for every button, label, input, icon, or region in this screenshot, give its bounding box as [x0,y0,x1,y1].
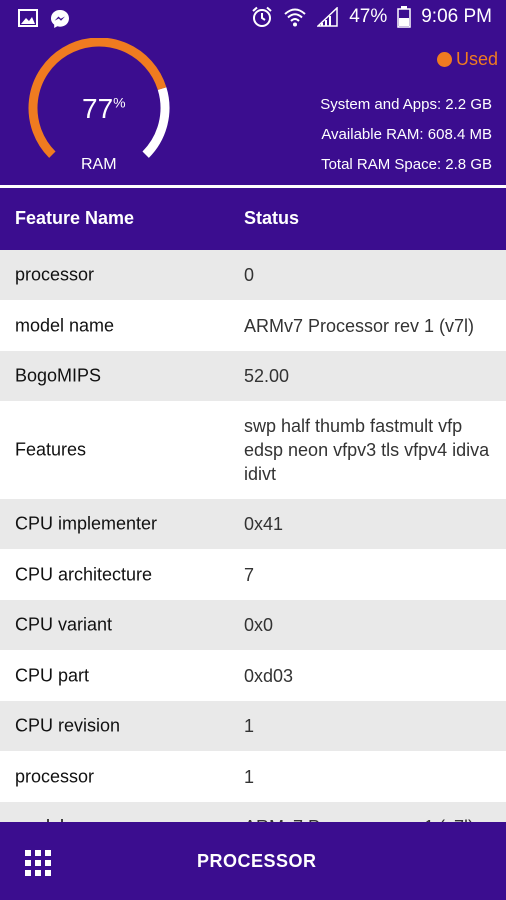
status-cell: ARMv7 Processor rev 1 (v7l) [244,315,475,336]
processor-table[interactable]: processor 0 model name ARMv7 Processor r… [0,250,506,852]
status-cell: 1 [244,766,255,787]
table-row: processor 0 [0,250,506,300]
messenger-icon [51,10,69,28]
ram-percent-sign: % [113,94,126,111]
ram-stats: System and Apps: 2.2 GB Available RAM: 6… [320,90,492,180]
stat-system-apps: System and Apps: 2.2 GB [320,90,492,120]
stat-value: 2.2 GB [445,96,492,113]
feature-cell: CPU revision [15,715,121,736]
table-row: processor 1 [0,751,506,802]
stat-available-ram: Available RAM: 608.4 MB [320,120,492,150]
stat-total-ram: Total RAM Space: 2.8 GB [320,150,492,180]
battery-percent: 47% [349,6,388,27]
table-header: Feature Name Status [0,188,506,250]
stat-label: Total RAM Space: [321,156,442,173]
battery-icon [397,6,411,28]
table-row: CPU part 0xd03 [0,650,506,701]
feature-cell: Features [15,439,87,460]
table-row: BogoMIPS 52.00 [0,351,506,401]
status-cell: 0x41 [244,514,284,534]
status-cell: 7 [244,564,255,585]
feature-cell: CPU implementer [15,513,158,534]
grid-menu-icon[interactable] [25,850,51,876]
feature-cell: CPU part [15,665,90,685]
gauge-free-arc [142,87,170,158]
stat-label: System and Apps: [320,96,442,113]
feature-cell: processor [15,264,95,285]
feature-cell: model name [15,315,115,335]
feature-cell: CPU variant [15,614,113,635]
used-legend: Used [436,49,498,70]
table-row: model name ARMv7 Processor rev 1 (v7l) [0,300,506,351]
header-feature-name: Feature Name [15,208,135,228]
alarm-icon [252,6,272,27]
used-dot-icon [436,52,452,67]
table-row: CPU implementer 0x41 [0,499,506,549]
status-bar: 47% 9:06 PM [0,0,506,36]
feature-cell: processor [15,766,95,786]
feature-cell: BogoMIPS [15,365,102,386]
table-row: CPU revision 1 [0,701,506,751]
status-cell: 0 [244,265,255,285]
bottom-bar-title: PROCESSOR [197,851,317,871]
signal-icon [317,7,338,27]
gallery-icon [18,9,38,27]
feature-cell: CPU architecture [15,564,153,584]
status-cell: 52.00 [244,366,290,386]
stat-value: 608.4 MB [427,126,492,143]
ram-header-panel: 47% 9:06 PM 77% RAM Used System and Apps… [0,0,506,185]
ram-percent: 77% [82,93,126,125]
stat-value: 2.8 GB [445,156,492,173]
table-row: CPU architecture 7 [0,549,506,600]
status-cell: 1 [244,716,255,736]
status-cell: 0x0 [244,615,274,635]
status-cell: swp half thumb fastmult vfp edsp neon vf… [244,416,490,484]
ram-gauge: 77% RAM [24,37,174,178]
wifi-icon [284,8,306,27]
status-cell: 0xd03 [244,665,294,686]
table-row: CPU variant 0x0 [0,600,506,650]
used-legend-label: Used [455,49,498,69]
header-status: Status [244,208,300,228]
table-row: Features swp half thumb fastmult vfp eds… [0,401,506,499]
stat-label: Available RAM: [321,126,424,143]
ram-percent-value: 77 [82,93,114,124]
clock-time: 9:06 PM [421,6,492,27]
bottom-bar: PROCESSOR [0,822,506,900]
ram-label: RAM [81,156,117,173]
